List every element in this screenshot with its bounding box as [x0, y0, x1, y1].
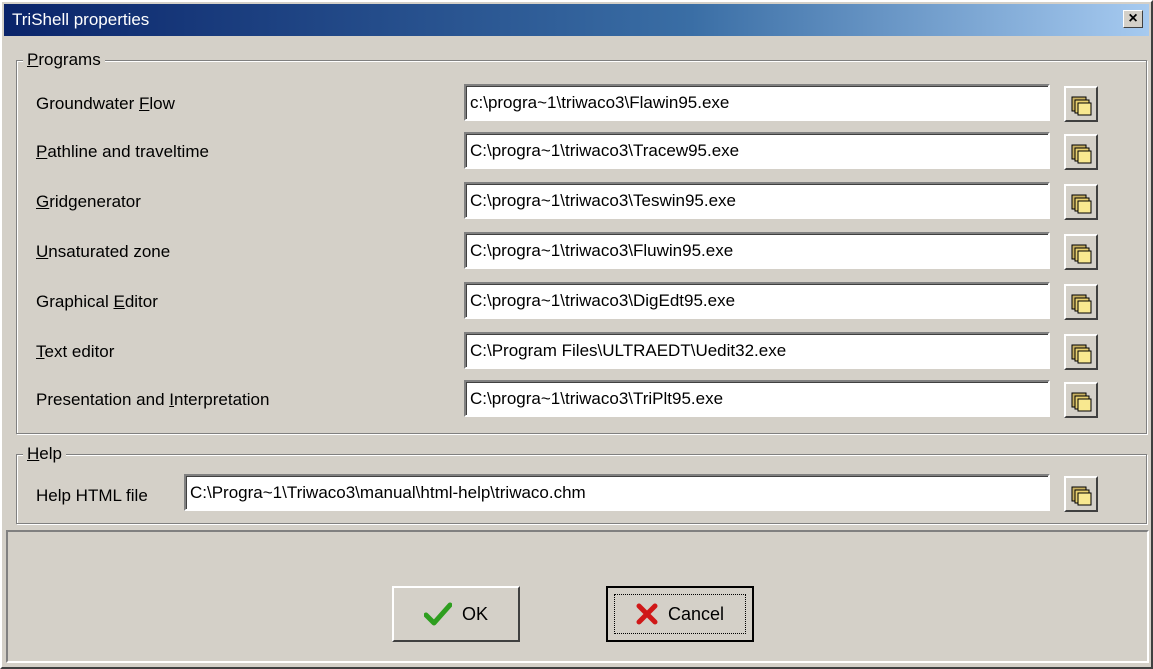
close-button[interactable]: ×: [1123, 10, 1143, 28]
title-bar[interactable]: TriShell properties ×: [4, 4, 1149, 36]
label-text: athline and traveltime: [47, 142, 209, 161]
help-browse-button[interactable]: [1064, 476, 1098, 512]
window-title: TriShell properties: [12, 10, 150, 29]
label-text: nterpretation: [174, 390, 270, 409]
help-legend-ul: H: [27, 444, 40, 463]
folder-open-icon: [1071, 486, 1092, 506]
help-html-file-field[interactable]: C:\Progra~1\Triwaco3\manual\html-help\tr…: [184, 474, 1050, 511]
browse-button[interactable]: [1064, 184, 1098, 220]
checkmark-icon: [423, 602, 452, 626]
x-mark-icon: [636, 603, 658, 625]
browse-button[interactable]: [1064, 382, 1098, 418]
label-accelerator: T: [36, 342, 45, 361]
label-text: Presentation and: [36, 390, 170, 409]
folder-open-icon: [1071, 144, 1092, 164]
browse-button[interactable]: [1064, 134, 1098, 170]
program-label: Unsaturated zone: [36, 242, 170, 262]
program-path-field[interactable]: C:\progra~1\triwaco3\Teswin95.exe: [464, 182, 1050, 219]
browse-button[interactable]: [1064, 234, 1098, 270]
folder-open-icon: [1071, 344, 1092, 364]
label-text: Groundwater: [36, 94, 139, 113]
browse-button[interactable]: [1064, 334, 1098, 370]
label-accelerator: U: [36, 242, 49, 261]
help-legend: Help: [23, 444, 66, 464]
label-accelerator: P: [36, 142, 48, 161]
program-path-field[interactable]: c:\progra~1\triwaco3\Flawin95.exe: [464, 84, 1050, 121]
folder-open-icon: [1071, 194, 1092, 214]
label-text: ridgenerator: [49, 192, 141, 211]
program-path-field[interactable]: C:\Program Files\ULTRAEDT\Uedit32.exe: [464, 332, 1050, 369]
label-text: ext editor: [44, 342, 115, 361]
program-path-field[interactable]: C:\progra~1\triwaco3\DigEdt95.exe: [464, 282, 1050, 319]
label-accelerator: F: [139, 94, 150, 113]
label-accelerator: E: [113, 292, 125, 311]
label-text: Graphical: [36, 292, 114, 311]
help-html-file-label: Help HTML file: [36, 486, 148, 505]
folder-open-icon: [1071, 294, 1092, 314]
cancel-label: Cancel: [667, 603, 725, 624]
program-label: Graphical Editor: [36, 292, 158, 312]
folder-open-icon: [1071, 96, 1092, 116]
program-label: Gridgenerator: [36, 192, 141, 212]
program-path-field[interactable]: C:\progra~1\triwaco3\Fluwin95.exe: [464, 232, 1050, 269]
program-path-field[interactable]: C:\progra~1\triwaco3\Tracew95.exe: [464, 132, 1050, 169]
browse-button[interactable]: [1064, 86, 1098, 122]
program-label: Pathline and traveltime: [36, 142, 209, 162]
programs-legend-rest: rograms: [38, 50, 101, 69]
cancel-button[interactable]: Cancel: [606, 586, 754, 642]
program-label: Groundwater Flow: [36, 94, 175, 114]
browse-button[interactable]: [1064, 284, 1098, 320]
folder-open-icon: [1071, 244, 1092, 264]
ok-button[interactable]: OK: [392, 586, 520, 642]
label-accelerator: G: [36, 192, 50, 211]
label-text: nsaturated zone: [48, 242, 171, 261]
program-path-field[interactable]: C:\progra~1\triwaco3\TriPlt95.exe: [464, 380, 1050, 417]
programs-legend: Programs: [23, 50, 105, 70]
program-label: Text editor: [36, 342, 114, 362]
button-panel: [6, 530, 1149, 663]
dialog-window: TriShell properties × Programs Groundwat…: [0, 0, 1153, 669]
programs-legend-ul: P: [27, 50, 39, 69]
folder-open-icon: [1071, 392, 1092, 412]
ok-label: OK: [461, 603, 488, 624]
label-text: low: [149, 94, 175, 113]
program-label: Presentation and Interpretation: [36, 390, 269, 410]
help-legend-rest: elp: [39, 444, 62, 463]
label-text: ditor: [124, 292, 158, 311]
close-icon: ×: [1128, 10, 1138, 27]
